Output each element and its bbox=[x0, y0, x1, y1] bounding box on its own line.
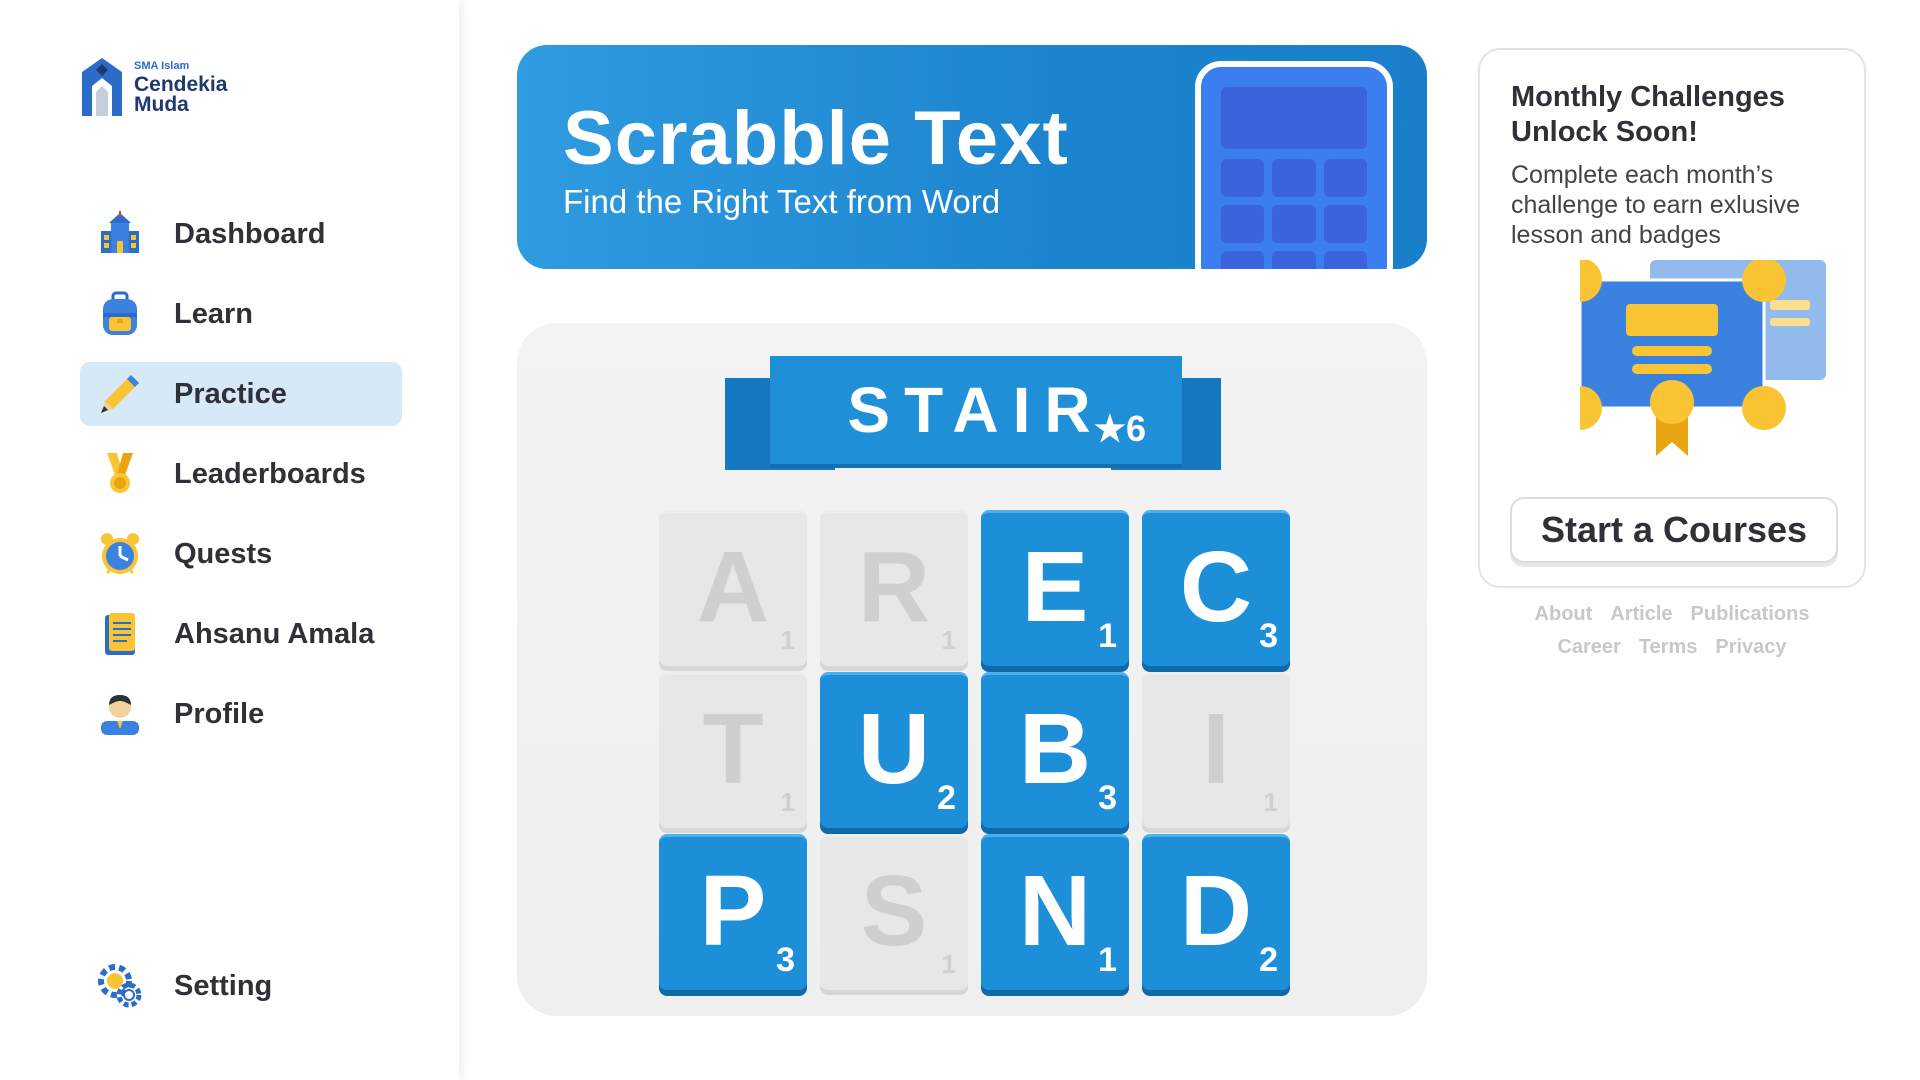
letter-tile[interactable]: N1 bbox=[981, 834, 1129, 990]
nav-item-quests[interactable]: Quests bbox=[80, 522, 402, 586]
tile-points: 3 bbox=[1098, 779, 1117, 817]
letter-tile[interactable]: B3 bbox=[981, 672, 1129, 828]
nav-item-leaderboards[interactable]: Leaderboards bbox=[80, 442, 402, 506]
footer-links: About Article Publications Career Terms … bbox=[1478, 603, 1866, 669]
tile-letter: R bbox=[857, 531, 931, 643]
letter-tile[interactable]: U2 bbox=[820, 672, 968, 828]
letter-tile[interactable]: A1 bbox=[659, 510, 807, 666]
school-logo[interactable]: SMA Islam Cendekia Muda bbox=[78, 56, 227, 120]
nav-item-practice[interactable]: Practice bbox=[80, 362, 402, 426]
notebook-icon bbox=[96, 610, 144, 658]
tile-points: 1 bbox=[780, 787, 795, 817]
banner-title: Scrabble Text bbox=[563, 96, 1069, 181]
footer-link-about[interactable]: About bbox=[1535, 603, 1593, 626]
footer-row: Career Terms Privacy bbox=[1478, 636, 1866, 659]
footer-link-privacy[interactable]: Privacy bbox=[1715, 636, 1786, 659]
nav-label-quests: Quests bbox=[174, 537, 273, 570]
challenge-title: Monthly Challenges Unlock Soon! bbox=[1511, 81, 1785, 148]
scrabble-game-board: STAIR ★6 A1 R1 E1 C3 T1 U2 B3 I1 P3 S1 N… bbox=[517, 323, 1427, 1016]
gear-icon bbox=[96, 962, 144, 1010]
tile-points: 1 bbox=[1263, 787, 1278, 817]
nav-item-setting[interactable]: Setting bbox=[96, 962, 272, 1010]
logo-mark-icon bbox=[82, 58, 122, 116]
nav-label-dashboard: Dashboard bbox=[174, 217, 326, 250]
tile-points: 3 bbox=[1259, 617, 1278, 655]
nav-item-profile[interactable]: Profile bbox=[80, 682, 402, 746]
alarm-clock-icon bbox=[96, 530, 144, 578]
monthly-challenge-card: Monthly Challenges Unlock Soon! Complete… bbox=[1478, 48, 1866, 588]
calculator-screen bbox=[1221, 87, 1367, 149]
letter-tile[interactable]: D2 bbox=[1142, 834, 1290, 990]
tile-points: 2 bbox=[937, 779, 956, 817]
tile-points: 1 bbox=[941, 625, 956, 655]
letter-tile[interactable]: P3 bbox=[659, 834, 807, 990]
calculator-key bbox=[1221, 159, 1265, 197]
start-course-button[interactable]: Start a Courses bbox=[1510, 497, 1838, 563]
main-nav: Dashboard Learn Practice Leaderboards Qu… bbox=[80, 202, 402, 762]
tile-letter: A bbox=[696, 531, 770, 643]
nav-label-profile: Profile bbox=[174, 697, 265, 730]
tile-letter: T bbox=[702, 693, 764, 805]
logo-name-line2: Muda bbox=[134, 93, 189, 116]
scrabble-banner: Scrabble Text Find the Right Text from W… bbox=[517, 45, 1427, 269]
tile-points: 1 bbox=[1098, 617, 1117, 655]
tile-letter: I bbox=[1202, 693, 1230, 805]
word-ribbon: STAIR ★6 bbox=[725, 356, 1221, 476]
challenge-description: Complete each month’s challenge to earn … bbox=[1511, 161, 1801, 249]
nav-item-learn[interactable]: Learn bbox=[80, 282, 402, 346]
calculator-key bbox=[1221, 251, 1265, 269]
letter-tile[interactable]: C3 bbox=[1142, 510, 1290, 666]
letter-tile[interactable]: I1 bbox=[1142, 672, 1290, 828]
tile-points: 1 bbox=[941, 949, 956, 979]
sidebar: SMA Islam Cendekia Muda Dashboard Learn … bbox=[0, 0, 459, 1080]
calculator-key bbox=[1272, 251, 1316, 269]
nav-item-ahsanu-amala[interactable]: Ahsanu Amala bbox=[80, 602, 402, 666]
tile-points: 1 bbox=[780, 625, 795, 655]
logo-small-text: SMA Islam bbox=[134, 60, 190, 72]
footer-link-article[interactable]: Article bbox=[1610, 603, 1672, 626]
backpack-icon bbox=[96, 290, 144, 338]
nav-label-practice: Practice bbox=[174, 377, 287, 410]
logo-text: SMA Islam Cendekia Muda bbox=[134, 60, 228, 116]
letter-tile[interactable]: E1 bbox=[981, 510, 1129, 666]
calculator-key bbox=[1272, 205, 1316, 243]
word-score: ★6 bbox=[1093, 408, 1146, 449]
footer-link-publications[interactable]: Publications bbox=[1691, 603, 1810, 626]
calculator-key bbox=[1323, 251, 1367, 269]
logo-name-line1: Cendekia bbox=[134, 73, 228, 96]
medal-icon bbox=[96, 450, 144, 498]
person-icon bbox=[96, 690, 144, 738]
footer-row: About Article Publications bbox=[1478, 603, 1866, 626]
footer-link-career[interactable]: Career bbox=[1557, 636, 1620, 659]
tile-points: 1 bbox=[1098, 941, 1117, 979]
calculator-key bbox=[1272, 159, 1316, 197]
letter-tile[interactable]: S1 bbox=[820, 834, 968, 990]
certificate-icon bbox=[1580, 260, 1826, 456]
calculator-keys bbox=[1221, 159, 1367, 269]
target-word: STAIR bbox=[847, 374, 1105, 446]
letter-tile[interactable]: R1 bbox=[820, 510, 968, 666]
tile-letter: S bbox=[860, 855, 928, 967]
tile-points: 2 bbox=[1259, 941, 1278, 979]
nav-label-ahsanu-amala: Ahsanu Amala bbox=[174, 617, 375, 650]
nav-item-dashboard[interactable]: Dashboard bbox=[80, 202, 402, 266]
nav-label-learn: Learn bbox=[174, 297, 253, 330]
calculator-illustration bbox=[1195, 61, 1393, 269]
letter-tile-grid: A1 R1 E1 C3 T1 U2 B3 I1 P3 S1 N1 D2 bbox=[659, 510, 1290, 990]
calculator-key bbox=[1323, 159, 1367, 197]
letter-tile[interactable]: T1 bbox=[659, 672, 807, 828]
banner-subtitle: Find the Right Text from Word bbox=[563, 183, 1001, 220]
tile-points: 3 bbox=[776, 941, 795, 979]
calculator-key bbox=[1221, 205, 1265, 243]
nav-label-setting: Setting bbox=[174, 969, 273, 1002]
calculator-key bbox=[1323, 205, 1367, 243]
school-building-icon bbox=[96, 210, 144, 258]
footer-link-terms[interactable]: Terms bbox=[1639, 636, 1698, 659]
pencil-icon bbox=[96, 370, 144, 418]
nav-label-leaderboards: Leaderboards bbox=[174, 457, 366, 490]
